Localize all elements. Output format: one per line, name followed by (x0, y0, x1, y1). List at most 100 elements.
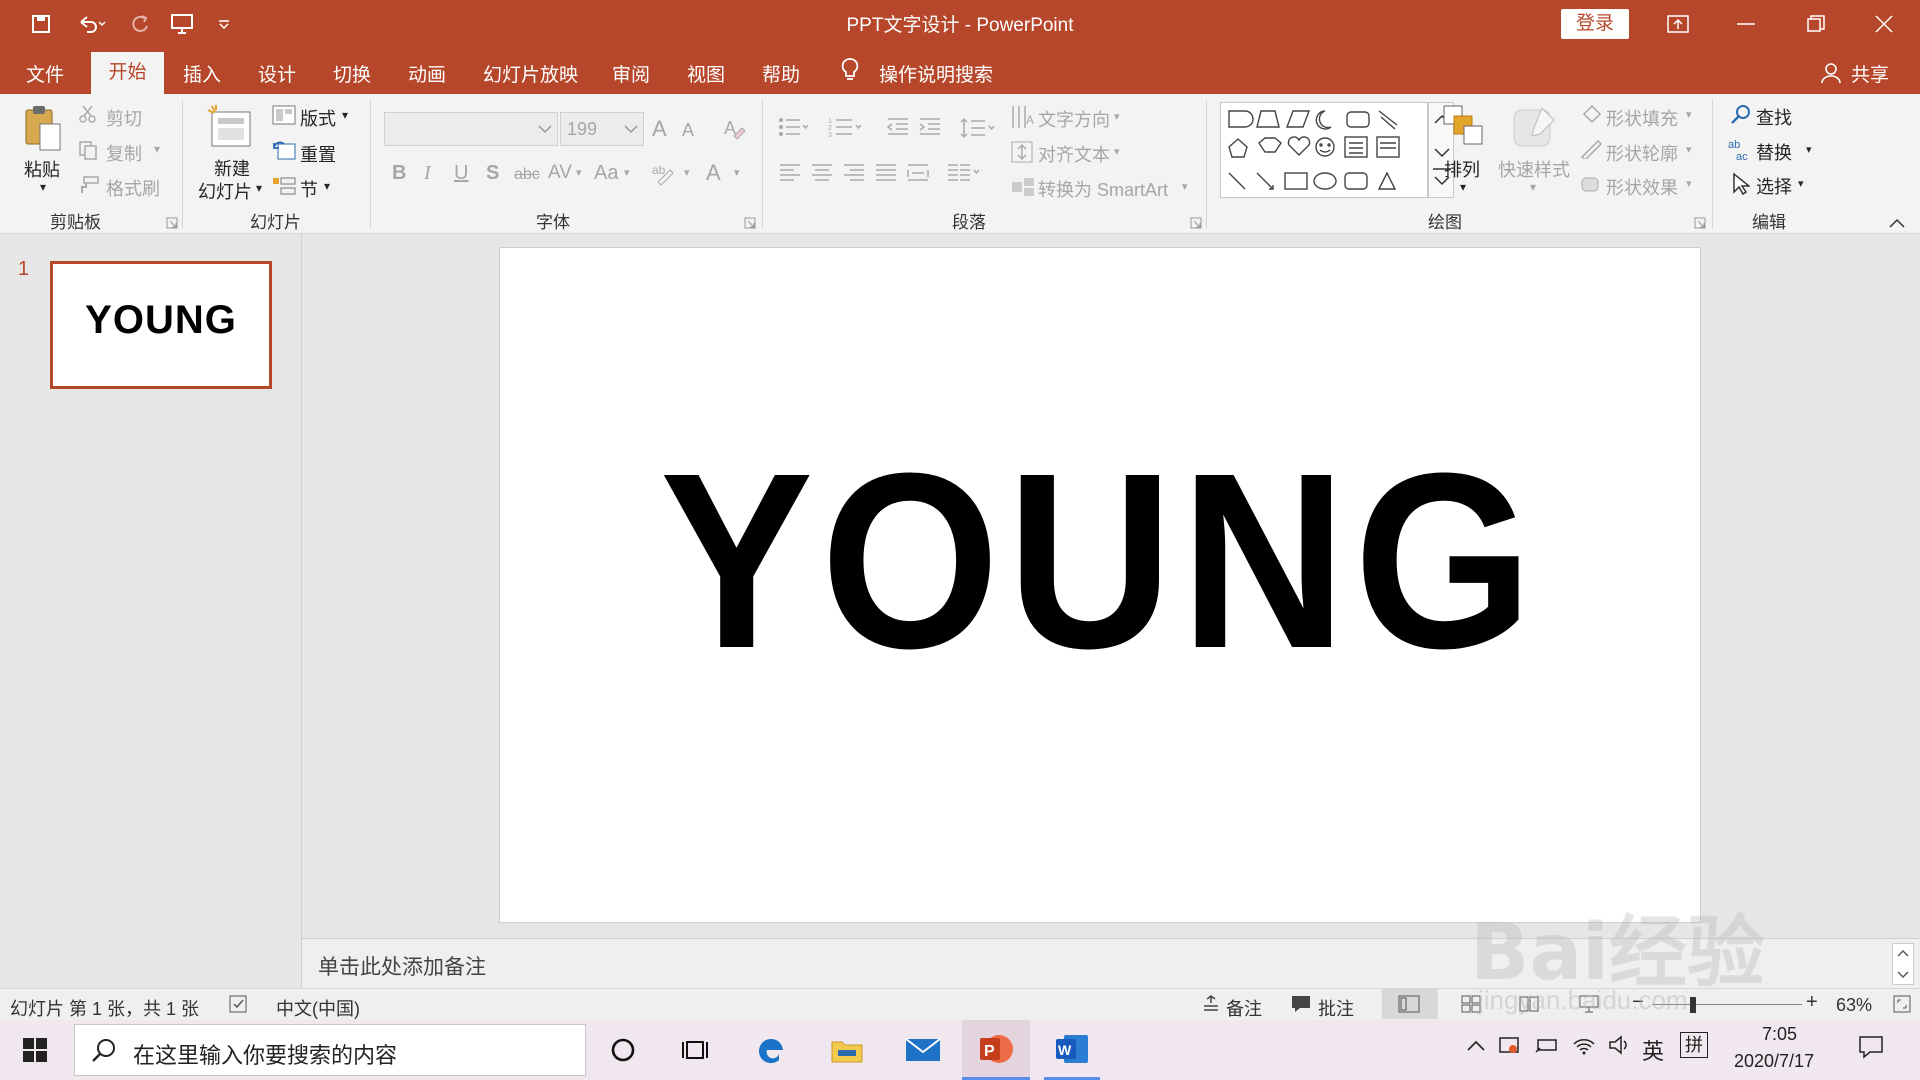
shape-fill-button[interactable]: 形状填充 (1606, 105, 1678, 131)
tab-animations[interactable]: 动画 (408, 60, 446, 87)
notes-icon[interactable] (1202, 994, 1220, 1019)
restore-icon[interactable] (1796, 8, 1836, 40)
cut-button[interactable]: 剪切 (106, 105, 142, 131)
edge-browser-icon[interactable] (748, 1028, 794, 1072)
grow-font-icon[interactable]: A (652, 116, 667, 142)
tab-help[interactable]: 帮助 (762, 60, 800, 87)
chevron-down-icon[interactable]: ▾ (1114, 110, 1120, 123)
format-painter-button[interactable]: 格式刷 (106, 175, 160, 201)
fit-to-window-icon[interactable] (1892, 994, 1912, 1019)
notes-placeholder[interactable]: 单击此处添加备注 (318, 951, 486, 981)
distributed-icon[interactable] (906, 162, 930, 187)
cortana-icon[interactable] (600, 1028, 646, 1072)
comments-button[interactable]: 批注 (1318, 995, 1354, 1021)
ribbon-display-icon[interactable] (1658, 8, 1698, 40)
decrease-indent-icon[interactable] (886, 116, 910, 143)
share-button[interactable]: 共享 (1851, 60, 1889, 87)
arrange-icon[interactable] (1442, 104, 1486, 155)
change-case-button[interactable]: Aa (594, 162, 618, 185)
chevron-down-icon[interactable]: ▾ (1798, 177, 1804, 190)
ime-language[interactable]: 英 (1642, 1034, 1664, 1066)
quick-styles-button[interactable]: 快速样式 (1498, 156, 1570, 182)
windows-start-icon[interactable] (12, 1028, 58, 1072)
layout-dropdown-icon[interactable]: ▾ (342, 108, 348, 122)
chevron-down-icon[interactable]: ▾ (684, 166, 690, 179)
arrange-button[interactable]: 排列 (1444, 156, 1480, 182)
slide-canvas[interactable]: YOUNG (499, 247, 1701, 923)
tab-home[interactable]: 开始 (91, 52, 164, 96)
convert-smartart-button[interactable]: 转换为 SmartArt (1038, 176, 1168, 202)
columns-icon[interactable] (946, 162, 984, 187)
align-right-icon[interactable] (842, 162, 866, 187)
smartart-icon[interactable] (1010, 176, 1036, 203)
clock-time[interactable]: 7:05 (1762, 1024, 1797, 1045)
shrink-font-icon[interactable]: A (682, 120, 694, 141)
normal-view-button[interactable] (1382, 989, 1438, 1019)
align-left-icon[interactable] (778, 162, 802, 187)
taskbar-search-placeholder[interactable]: 在这里输入你要搜索的内容 (133, 1038, 397, 1070)
ime-mode[interactable]: 拼 (1680, 1032, 1708, 1058)
chevron-down-icon[interactable]: ▾ (1806, 143, 1812, 156)
minimize-icon[interactable] (1726, 8, 1766, 40)
font-name-box[interactable] (384, 112, 558, 146)
new-slide-icon[interactable] (206, 104, 254, 155)
paste-dropdown-icon[interactable]: ▾ (40, 180, 46, 194)
chevron-down-icon[interactable]: ▾ (1530, 180, 1536, 194)
align-text-icon[interactable] (1010, 140, 1034, 169)
text-direction-button[interactable]: 文字方向 (1038, 106, 1110, 132)
paste-icon[interactable] (22, 104, 64, 159)
comments-icon[interactable] (1290, 994, 1312, 1019)
layout-button[interactable]: 版式 (300, 105, 336, 131)
numbering-icon[interactable]: 123 (828, 116, 862, 143)
chevron-down-icon[interactable]: ▾ (624, 166, 630, 179)
slide-title-text[interactable]: YOUNG (548, 436, 1652, 686)
chevron-down-icon[interactable]: ▾ (1686, 143, 1692, 156)
strikethrough-button[interactable]: abc (514, 166, 540, 184)
notes-scrollbar[interactable] (1892, 943, 1914, 985)
shapes-gallery[interactable] (1220, 102, 1428, 198)
task-view-icon[interactable] (672, 1028, 718, 1072)
font-launcher-icon[interactable] (744, 216, 756, 234)
bold-button[interactable]: B (392, 162, 406, 185)
taskbar-search-box[interactable]: 在这里输入你要搜索的内容 (74, 1024, 586, 1076)
paste-button[interactable]: 粘贴 (24, 156, 60, 182)
language-indicator[interactable]: 中文(中国) (276, 995, 360, 1021)
person-icon[interactable] (1820, 62, 1842, 90)
tray-overflow-icon[interactable] (1466, 1036, 1486, 1057)
quick-styles-icon[interactable] (1512, 104, 1558, 155)
clipboard-launcher-icon[interactable] (166, 216, 178, 234)
align-text-button[interactable]: 对齐文本 (1038, 141, 1110, 167)
notes-button[interactable]: 备注 (1226, 995, 1262, 1021)
tab-review[interactable]: 审阅 (612, 60, 650, 87)
reset-button[interactable]: 重置 (300, 141, 336, 167)
shape-outline-button[interactable]: 形状轮廓 (1606, 140, 1678, 166)
zoom-in-icon[interactable]: + (1806, 991, 1818, 1014)
drawing-launcher-icon[interactable] (1694, 216, 1706, 234)
battery-icon[interactable] (1534, 1034, 1560, 1061)
tray-app-icon[interactable] (1498, 1034, 1522, 1061)
line-spacing-icon[interactable] (960, 116, 998, 145)
new-slide-label-2[interactable]: 幻灯片 (198, 178, 252, 204)
increase-indent-icon[interactable] (918, 116, 942, 143)
spell-check-icon[interactable] (228, 994, 250, 1019)
section-dropdown-icon[interactable]: ▾ (324, 179, 330, 193)
italic-button[interactable]: I (424, 162, 431, 185)
paragraph-launcher-icon[interactable] (1190, 216, 1202, 234)
section-button[interactable]: 节 (300, 176, 318, 202)
powerpoint-taskbar-button[interactable]: P (962, 1020, 1030, 1080)
chevron-down-icon[interactable]: ▾ (1114, 145, 1120, 158)
clear-formatting-icon[interactable]: A (722, 116, 746, 145)
collapse-ribbon-icon[interactable] (1888, 216, 1906, 234)
text-shadow-button[interactable]: S (486, 162, 499, 185)
chevron-down-icon[interactable]: ▾ (1182, 180, 1188, 193)
shapes-gallery-icons[interactable] (1221, 103, 1429, 199)
tell-me-search[interactable]: 操作说明搜索 (879, 60, 993, 87)
highlight-icon[interactable]: ab (652, 162, 680, 191)
mail-icon[interactable] (900, 1028, 946, 1072)
underline-button[interactable]: U (454, 162, 468, 185)
justify-icon[interactable] (874, 162, 898, 187)
copy-button[interactable]: 复制 (106, 140, 142, 166)
wifi-icon[interactable] (1572, 1034, 1596, 1061)
chevron-down-icon[interactable]: ▾ (1460, 180, 1466, 194)
new-slide-dropdown-icon[interactable]: ▾ (256, 181, 262, 195)
